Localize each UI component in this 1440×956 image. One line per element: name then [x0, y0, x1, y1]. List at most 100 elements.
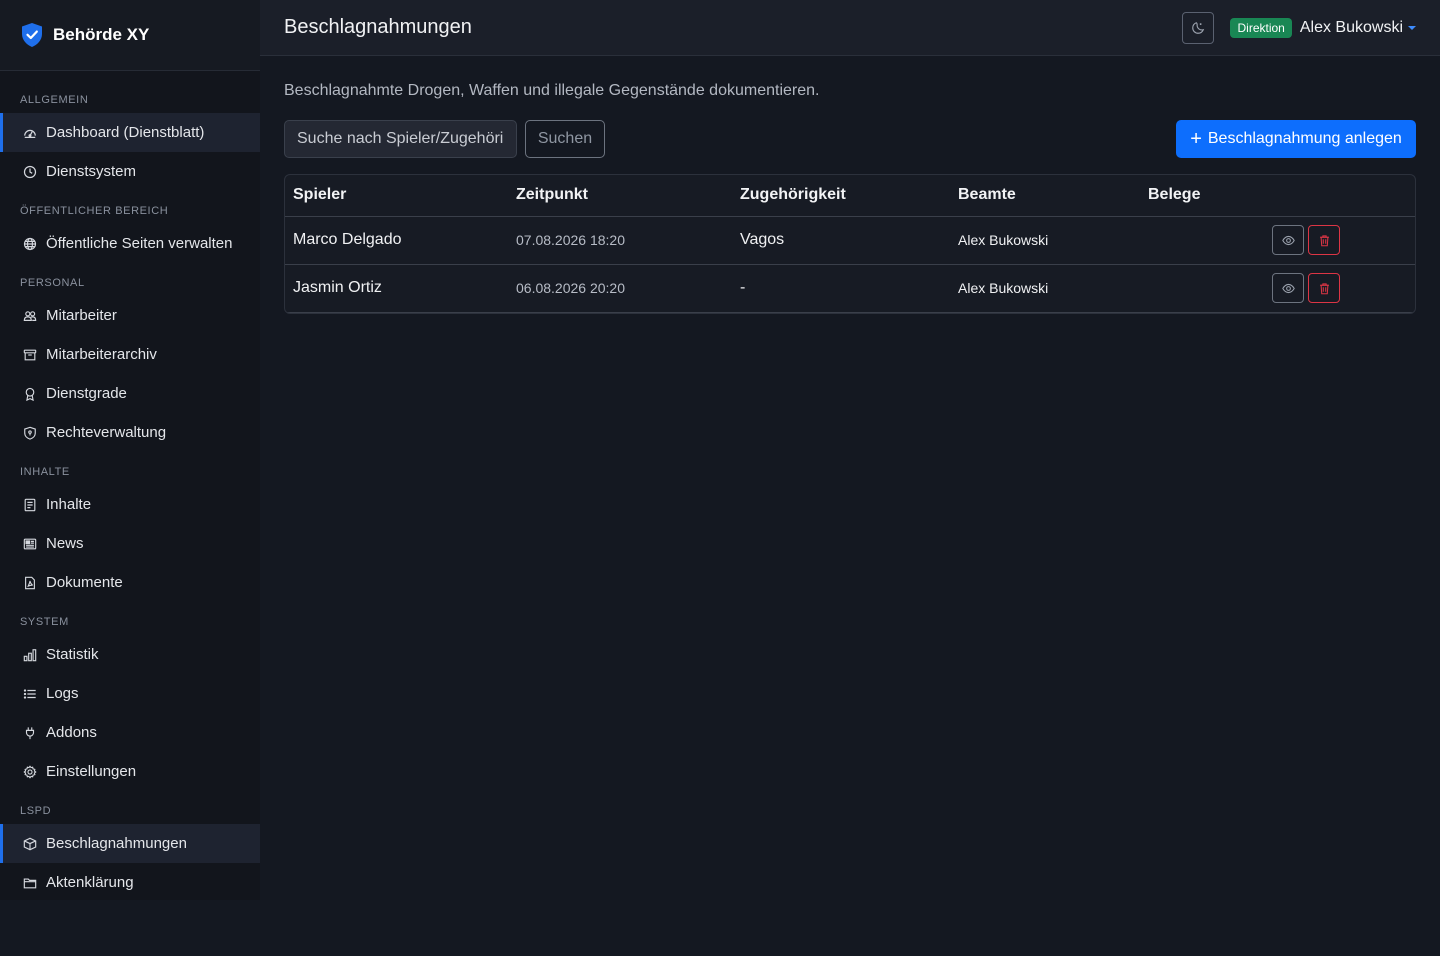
sidebar-item-dienstgrade[interactable]: Dienstgrade — [0, 374, 260, 413]
nav-section-title: INHALTE — [20, 466, 70, 478]
sidebar-item-aktenklaerung[interactable]: Aktenklärung — [0, 863, 260, 900]
sidebar-item-label: Dokumente — [46, 574, 123, 591]
sidebar-item-addons[interactable]: Addons — [0, 713, 260, 752]
bar-chart-icon — [22, 647, 38, 663]
role-badge: Direktion — [1230, 17, 1292, 38]
column-header: Beamte — [950, 175, 1140, 217]
moon-stars-icon — [1192, 21, 1205, 34]
gear-icon — [22, 764, 38, 780]
award-icon — [22, 386, 38, 402]
sidebar-item-label: Dashboard (Dienstblatt) — [46, 124, 205, 141]
user-name: Alex Bukowski — [1299, 18, 1403, 36]
officer-cell: Alex Bukowski — [950, 264, 1140, 313]
player-cell: Jasmin Ortiz — [285, 264, 508, 313]
shield-check-icon — [22, 23, 42, 47]
sidebar-item-dashboard[interactable]: Dashboard (Dienstblatt) — [0, 113, 260, 152]
view-button[interactable] — [1272, 225, 1304, 255]
sidebar-item-label: News — [46, 535, 84, 552]
shield-icon — [22, 425, 38, 441]
actions-cell — [1140, 216, 1415, 265]
column-header: Zugehörigkeit — [732, 175, 950, 217]
list-icon — [22, 686, 38, 702]
sidebar-item-inhalte[interactable]: Inhalte — [0, 485, 260, 524]
sidebar-item-mitarbeiter[interactable]: Mitarbeiter — [0, 296, 260, 335]
globe-icon — [22, 236, 38, 252]
table-row: Marco Delgado 07.08.2026 18:20 Vagos Ale… — [285, 216, 1415, 265]
toolbar: Suchen + Beschlagnahmung anlegen — [284, 120, 1416, 158]
sidebar-item-dokumente[interactable]: Dokumente — [0, 563, 260, 602]
nav-section-title: LSPD — [20, 805, 52, 817]
eye-icon — [1281, 283, 1295, 293]
sidebar-item-public-pages[interactable]: Öffentliche Seiten verwalten — [0, 224, 260, 263]
add-seizure-label: Beschlagnahmung anlegen — [1207, 130, 1402, 147]
search-input[interactable] — [284, 120, 517, 158]
sidebar-item-news[interactable]: News — [0, 524, 260, 563]
page-subtitle: Beschlagnahmte Drogen, Waffen und illega… — [284, 82, 820, 99]
column-header: Zeitpunkt — [508, 175, 732, 217]
actions-cell — [1140, 264, 1415, 313]
sidebar-item-label: Inhalte — [46, 496, 92, 513]
top-header: Beschlagnahmungen Direktion Alex Bukowsk… — [260, 0, 1440, 56]
player-cell: Marco Delgado — [285, 216, 508, 265]
sidebar-item-label: Logs — [46, 685, 79, 702]
affiliation-cell: Vagos — [732, 216, 950, 265]
sidebar-item-statistik[interactable]: Statistik — [0, 635, 260, 674]
sidebar: Behörde XY ALLGEMEIN Dashboard (Dienstbl… — [0, 0, 260, 900]
nav-section-title: PERSONAL — [20, 277, 85, 289]
archive-icon — [22, 347, 38, 363]
nav-section-title: ALLGEMEIN — [20, 94, 89, 106]
sidebar-item-dienstsystem[interactable]: Dienstsystem — [0, 152, 260, 191]
add-seizure-button[interactable]: + Beschlagnahmung anlegen — [1176, 120, 1416, 158]
seizures-table: Spieler Zeitpunkt Zugehörigkeit Beamte B… — [284, 174, 1416, 314]
sidebar-item-rechteverwaltung[interactable]: Rechteverwaltung — [0, 413, 260, 452]
trash-icon — [1319, 282, 1329, 294]
sidebar-item-label: Öffentliche Seiten verwalten — [46, 235, 233, 252]
sidebar-item-logs[interactable]: Logs — [0, 674, 260, 713]
column-header: Spieler — [285, 175, 508, 217]
officer-cell: Alex Bukowski — [950, 216, 1140, 265]
time-cell: 06.08.2026 20:20 — [508, 264, 732, 313]
newspaper-icon — [22, 536, 38, 552]
file-pdf-icon — [22, 575, 38, 591]
eye-icon — [1281, 235, 1295, 245]
clock-icon — [22, 164, 38, 180]
sidebar-item-label: Dienstgrade — [46, 385, 127, 402]
sidebar-item-label: Rechteverwaltung — [46, 424, 167, 441]
box-icon — [22, 836, 38, 852]
plug-icon — [22, 725, 38, 741]
people-icon — [22, 308, 38, 324]
main-content: Beschlagnahmte Drogen, Waffen und illega… — [284, 56, 1416, 314]
view-button[interactable] — [1272, 273, 1304, 303]
page-title: Beschlagnahmungen — [284, 16, 472, 38]
sidebar-item-label: Beschlagnahmungen — [46, 835, 187, 852]
affiliation-cell: - — [732, 264, 950, 313]
sidebar-item-label: Statistik — [46, 646, 99, 663]
sidebar-item-label: Mitarbeiter — [46, 307, 117, 324]
sidebar-item-beschlagnahmungen[interactable]: Beschlagnahmungen — [0, 824, 260, 863]
file-text-icon — [22, 497, 38, 513]
search-button[interactable]: Suchen — [525, 120, 605, 158]
brand[interactable]: Behörde XY — [0, 0, 260, 71]
sidebar-item-label: Addons — [46, 724, 97, 741]
sidebar-item-label: Aktenklärung — [46, 874, 134, 891]
sidebar-item-label: Einstellungen — [46, 763, 137, 780]
column-header: Belege — [1140, 175, 1415, 217]
sidebar-item-mitarbeiterarchiv[interactable]: Mitarbeiterarchiv — [0, 335, 260, 374]
table-header-row: Spieler Zeitpunkt Zugehörigkeit Beamte B… — [285, 175, 1415, 217]
theme-toggle-button[interactable] — [1182, 11, 1215, 44]
nav-section-title: ÖFFENTLICHER BEREICH — [20, 205, 169, 217]
sidebar-item-label: Dienstsystem — [46, 163, 137, 180]
plus-icon: + — [1190, 128, 1202, 150]
sidebar-item-label: Mitarbeiterarchiv — [46, 346, 157, 363]
folder-icon — [22, 875, 38, 891]
delete-button[interactable] — [1308, 225, 1340, 255]
delete-button[interactable] — [1308, 273, 1340, 303]
table-row: Jasmin Ortiz 06.08.2026 20:20 - Alex Buk… — [285, 264, 1415, 313]
caret-down-icon — [1408, 25, 1416, 30]
nav-section-title: SYSTEM — [20, 616, 69, 628]
speedometer-icon — [22, 125, 38, 141]
time-cell: 07.08.2026 18:20 — [508, 216, 732, 265]
user-menu[interactable]: Alex Bukowski — [1300, 19, 1416, 37]
brand-name: Behörde XY — [53, 25, 150, 44]
sidebar-item-einstellungen[interactable]: Einstellungen — [0, 752, 260, 791]
